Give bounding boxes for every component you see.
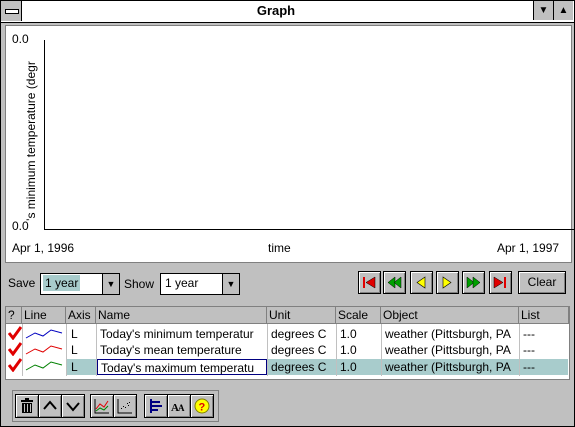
fast-rewind-icon xyxy=(387,276,402,289)
chevron-up-icon xyxy=(43,400,57,410)
visible-check-icon[interactable] xyxy=(8,358,22,372)
row-axis[interactable]: L xyxy=(68,342,96,358)
x-tick-end: Apr 1, 1997 xyxy=(497,241,560,255)
row-list[interactable]: --- xyxy=(520,342,568,358)
column-header-scale[interactable]: Scale xyxy=(336,307,381,324)
column-header-check[interactable]: ? xyxy=(6,307,22,324)
help-button[interactable]: ? xyxy=(190,394,214,418)
row-unit[interactable]: degrees C xyxy=(268,326,336,342)
line-style-swatch[interactable] xyxy=(25,327,63,340)
x-axis-line xyxy=(44,229,574,230)
row-axis[interactable]: L xyxy=(68,359,96,375)
delete-button[interactable] xyxy=(15,394,39,418)
column-divider xyxy=(22,324,23,376)
series-table: ? Line Axis Name Unit Scale Object List … xyxy=(5,306,570,380)
show-period-value: 1 year xyxy=(165,276,199,290)
x-axis-label: time xyxy=(268,241,291,255)
skip-to-start-icon xyxy=(363,276,376,289)
row-name[interactable]: Today's minimum temperatur xyxy=(97,326,267,342)
column-header-object[interactable]: Object xyxy=(381,307,519,324)
skip-to-end-icon xyxy=(493,276,506,289)
line-graph-button[interactable] xyxy=(90,394,114,418)
line-style-swatch[interactable] xyxy=(25,343,63,356)
row-unit[interactable]: degrees C xyxy=(268,342,336,358)
svg-text:A: A xyxy=(178,403,185,413)
row-axis[interactable]: L xyxy=(68,326,96,342)
step-forward-button[interactable] xyxy=(436,271,459,294)
row-object[interactable]: weather (Pittsburgh, PA xyxy=(382,342,519,358)
show-period-select[interactable]: 1 year ▼ xyxy=(160,273,240,295)
y-tick-bottom: 0.0 xyxy=(12,219,29,233)
x-tick-start: Apr 1, 1996 xyxy=(12,241,75,255)
row-name[interactable]: Today's mean temperature xyxy=(97,342,267,358)
fast-back-button[interactable] xyxy=(383,271,406,294)
column-header-name[interactable]: Name xyxy=(96,307,267,324)
fast-forward-icon xyxy=(466,276,481,289)
y-axis-line xyxy=(44,40,45,230)
row-scale[interactable]: 1.0 xyxy=(337,359,381,375)
font-icon: AA xyxy=(171,402,185,414)
row-unit[interactable]: degrees C xyxy=(268,359,336,375)
line-chart-icon xyxy=(94,399,109,414)
visible-check-icon[interactable] xyxy=(8,342,22,356)
show-label: Show xyxy=(124,277,155,291)
svg-text:?: ? xyxy=(199,402,206,414)
save-label: Save xyxy=(8,276,36,290)
dropdown-arrow-icon[interactable]: ▼ xyxy=(222,274,239,294)
window-title: Graph xyxy=(256,3,296,18)
go-to-end-button[interactable] xyxy=(489,271,512,294)
maximize-button[interactable]: ▲ xyxy=(553,1,573,20)
axis-icon xyxy=(150,399,162,413)
column-header-axis[interactable]: Axis xyxy=(66,307,96,324)
scatter-graph-button[interactable] xyxy=(113,394,137,418)
column-header-list[interactable]: List xyxy=(519,307,569,324)
scatter-chart-icon xyxy=(117,399,132,414)
fast-forward-button[interactable] xyxy=(462,271,485,294)
row-name-editor[interactable]: Today's maximum temperatu xyxy=(97,359,267,375)
help-icon: ? xyxy=(194,398,210,414)
row-scale[interactable]: 1.0 xyxy=(337,342,381,358)
row-list[interactable]: --- xyxy=(520,359,568,375)
visible-check-icon[interactable] xyxy=(8,326,22,340)
chevron-down-icon xyxy=(66,402,80,412)
row-object[interactable]: weather (Pittsburgh, PA xyxy=(382,326,519,342)
system-menu-button[interactable] xyxy=(1,1,22,21)
minimize-button[interactable]: ▼ xyxy=(533,1,553,20)
row-list[interactable]: --- xyxy=(520,326,568,342)
system-menu-icon xyxy=(5,9,19,14)
minimize-icon: ▼ xyxy=(538,5,549,16)
font-button[interactable]: AA xyxy=(167,394,191,418)
trash-icon xyxy=(21,398,33,413)
go-to-start-button[interactable] xyxy=(358,271,381,294)
step-back-icon xyxy=(416,276,426,289)
column-divider xyxy=(66,324,67,376)
axis-settings-button[interactable] xyxy=(144,394,168,418)
y-tick-top: 0.0 xyxy=(12,32,29,46)
move-up-button[interactable] xyxy=(38,394,62,418)
maximize-icon: ▲ xyxy=(558,5,569,16)
column-header-unit[interactable]: Unit xyxy=(267,307,336,324)
row-object[interactable]: weather (Pittsburgh, PA xyxy=(382,359,519,375)
step-forward-icon xyxy=(442,276,452,289)
save-period-value: 1 year xyxy=(43,275,81,291)
row-scale[interactable]: 1.0 xyxy=(337,326,381,342)
step-back-button[interactable] xyxy=(410,271,433,294)
save-period-select[interactable]: 1 year ▼ xyxy=(40,273,120,295)
dropdown-arrow-icon[interactable]: ▼ xyxy=(102,274,119,294)
y-axis-label: 's minimum temperature (degr xyxy=(24,61,38,221)
column-header-line[interactable]: Line xyxy=(22,307,66,324)
move-down-button[interactable] xyxy=(61,394,85,418)
line-style-swatch[interactable] xyxy=(25,359,63,372)
graph-plot-area[interactable]: 's minimum temperature (degr 0.0 0.0 Apr… xyxy=(5,25,574,263)
clear-button[interactable]: Clear xyxy=(518,271,566,294)
